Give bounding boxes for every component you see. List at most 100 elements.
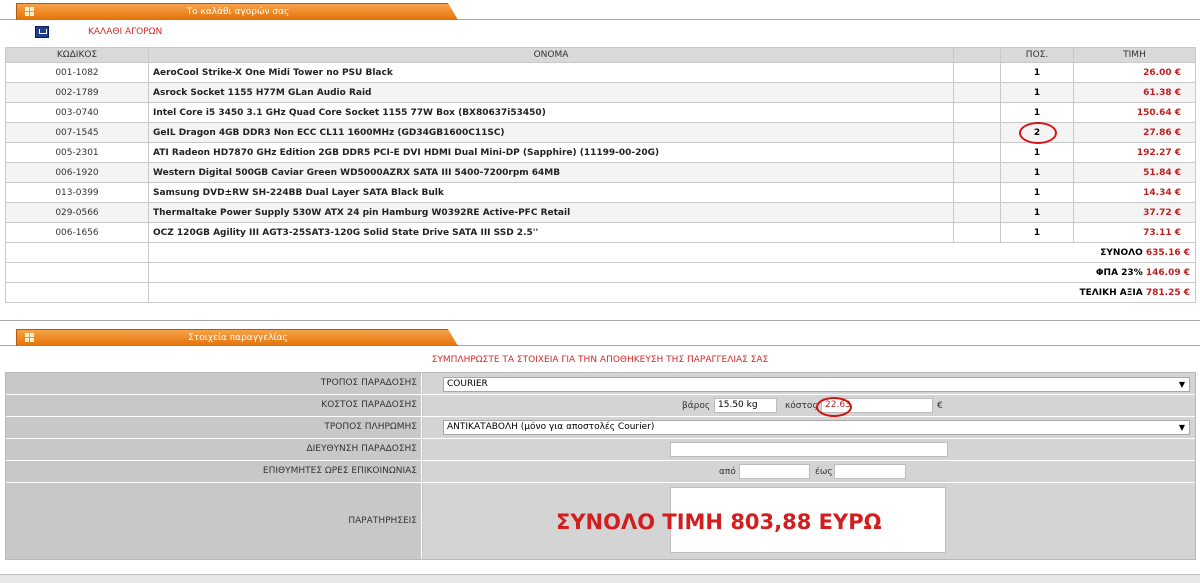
row-name: GeIL Dragon 4GB DDR3 Non ECC CL11 1600MH… bbox=[148, 122, 954, 143]
row-price: 14.34 € bbox=[1073, 182, 1196, 203]
row-code: 003-0740 bbox=[5, 102, 149, 123]
row-name: Asrock Socket 1155 H77M GLan Audio Raid bbox=[148, 82, 954, 103]
row-qty[interactable]: 1 bbox=[1000, 62, 1074, 83]
delivery-cost-label: ΚΟΣΤΟΣ ΠΑΡΑΔΟΣΗΣ bbox=[6, 395, 422, 416]
row-qty[interactable]: 1 bbox=[1000, 162, 1074, 183]
delivery-method-row: ΤΡΟΠΟΣ ΠΑΡΑΔΟΣΗΣ COURIER ▼ bbox=[6, 373, 1195, 395]
order-tab-label: Στοιχεία παραγγελίας bbox=[188, 333, 288, 343]
subtotal-label: ΣΥΝΟΛΟ bbox=[1100, 247, 1143, 258]
subtotal-spacer bbox=[5, 242, 149, 263]
row-blank bbox=[953, 162, 1001, 183]
from-field[interactable] bbox=[739, 464, 810, 479]
vat-label: ΦΠΑ 23% bbox=[1095, 267, 1143, 278]
row-qty[interactable]: 1 bbox=[1000, 222, 1074, 243]
payment-method-value: ΑΝΤΙΚΑΤΑΒΟΛΗ (μόνο για αποστολές Courier… bbox=[447, 422, 655, 432]
address-row: ΔΙΕΥΘΥΝΣΗ ΠΑΡΑΔΟΣΗΣ bbox=[6, 439, 1195, 461]
quantity-highlight-circle bbox=[1019, 122, 1057, 144]
table-row: 002-1789 Asrock Socket 1155 H77M GLan Au… bbox=[5, 82, 1196, 103]
address-label: ΔΙΕΥΘΥΝΣΗ ΠΑΡΑΔΟΣΗΣ bbox=[6, 439, 422, 460]
delivery-method-label: ΤΡΟΠΟΣ ΠΑΡΑΔΟΣΗΣ bbox=[6, 373, 422, 394]
to-field[interactable] bbox=[834, 464, 906, 479]
cart-icon bbox=[35, 26, 49, 38]
to-label: έως bbox=[815, 467, 833, 477]
from-label: από bbox=[719, 467, 736, 477]
table-row: 013-0399 Samsung DVD±RW SH-224BB Dual La… bbox=[5, 182, 1196, 203]
cart-tab[interactable]: Το καλάθι αγορών σας bbox=[16, 3, 458, 20]
cart-table: ΚΩΔΙΚΟΣ ΟΝΟΜΑ ΠΟΣ. ΤΙΜΗ 001-1082 AeroCoo… bbox=[5, 47, 1196, 303]
payment-method-cell: ΑΝΤΙΚΑΤΑΒΟΛΗ (μόνο για αποστολές Courier… bbox=[423, 417, 1195, 438]
row-qty[interactable]: 1 bbox=[1000, 202, 1074, 223]
vat-cell: ΦΠΑ 23% 146.09 € bbox=[148, 262, 1196, 283]
order-tab-bar: Στοιχεία παραγγελίας bbox=[0, 326, 1200, 346]
row-name: Thermaltake Power Supply 530W ATX 24 pin… bbox=[148, 202, 954, 223]
table-row: 005-2301 ATI Radeon HD7870 GHz Edition 2… bbox=[5, 142, 1196, 163]
row-code: 005-2301 bbox=[5, 142, 149, 163]
total-note-annotation: ΣΥΝΟΛΟ ΤΙΜΗ 803,88 ΕΥΡΩ bbox=[556, 510, 882, 534]
table-row: 003-0740 Intel Core i5 3450 3.1 GHz Quad… bbox=[5, 102, 1196, 123]
delivery-cost-cell: βάρος 15.50 kg κόστος 22.63 € bbox=[423, 395, 1195, 416]
section-divider bbox=[0, 320, 1200, 321]
weight-field[interactable]: 15.50 kg bbox=[714, 398, 777, 413]
delivery-method-select[interactable]: COURIER ▼ bbox=[443, 377, 1190, 392]
total-cell: ΤΕΛΙΚΗ ΑΞΙΑ 781.25 € bbox=[148, 282, 1196, 303]
row-code: 006-1656 bbox=[5, 222, 149, 243]
subtotal-cell: ΣΥΝΟΛΟ 635.16 € bbox=[148, 242, 1196, 263]
cart-tab-label: Το καλάθι αγορών σας bbox=[186, 7, 290, 17]
row-blank bbox=[953, 182, 1001, 203]
row-code: 002-1789 bbox=[5, 82, 149, 103]
payment-method-label: ΤΡΟΠΟΣ ΠΛΗΡΩΜΗΣ bbox=[6, 417, 422, 438]
contact-hours-cell: από έως bbox=[423, 461, 1195, 482]
row-name: Samsung DVD±RW SH-224BB Dual Layer SATA … bbox=[148, 182, 954, 203]
address-cell bbox=[423, 439, 1195, 460]
column-header-qty: ΠΟΣ. bbox=[1000, 47, 1074, 63]
row-blank bbox=[953, 222, 1001, 243]
delivery-method-value: COURIER bbox=[447, 379, 488, 389]
cost-label: κόστος bbox=[785, 401, 818, 411]
total-spacer bbox=[5, 282, 149, 303]
row-code: 007-1545 bbox=[5, 122, 149, 143]
column-header-code: ΚΩΔΙΚΟΣ bbox=[5, 47, 149, 63]
row-name: AeroCool Strike-X One Midi Tower no PSU … bbox=[148, 62, 954, 83]
vat-value: 146.09 € bbox=[1145, 267, 1190, 278]
subtotal-row: ΣΥΝΟΛΟ 635.16 € bbox=[5, 242, 1196, 263]
notes-label: ΠΑΡΑΤΗΡΗΣΕΙΣ bbox=[6, 483, 422, 559]
row-price: 150.64 € bbox=[1073, 102, 1196, 123]
contact-hours-row: ΕΠΙΘΥΜΗΤΕΣ ΩΡΕΣ ΕΠΙΚΟΙΝΩΝΙΑΣ από έως bbox=[6, 461, 1195, 483]
table-row: 006-1656 OCZ 120GB Agility III AGT3-25SA… bbox=[5, 222, 1196, 243]
row-price: 73.11 € bbox=[1073, 222, 1196, 243]
weight-label: βάρος bbox=[682, 401, 711, 411]
row-price: 26.00 € bbox=[1073, 62, 1196, 83]
total-label: ΤΕΛΙΚΗ ΑΞΙΑ bbox=[1079, 287, 1143, 298]
row-qty[interactable]: 1 bbox=[1000, 102, 1074, 123]
row-blank bbox=[953, 102, 1001, 123]
row-code: 029-0566 bbox=[5, 202, 149, 223]
row-code: 006-1920 bbox=[5, 162, 149, 183]
contact-hours-label: ΕΠΙΘΥΜΗΤΕΣ ΩΡΕΣ ΕΠΙΚΟΙΝΩΝΙΑΣ bbox=[6, 461, 422, 482]
total-row: ΤΕΛΙΚΗ ΑΞΙΑ 781.25 € bbox=[5, 282, 1196, 303]
payment-method-select[interactable]: ΑΝΤΙΚΑΤΑΒΟΛΗ (μόνο για αποστολές Courier… bbox=[443, 420, 1190, 435]
table-row: 001-1082 AeroCool Strike-X One Midi Towe… bbox=[5, 62, 1196, 83]
chevron-down-icon: ▼ bbox=[1178, 380, 1185, 389]
vat-spacer bbox=[5, 262, 149, 283]
currency-label: € bbox=[937, 401, 943, 411]
column-header-price: ΤΙΜΗ bbox=[1073, 47, 1196, 63]
table-row: 029-0566 Thermaltake Power Supply 530W A… bbox=[5, 202, 1196, 223]
row-blank bbox=[953, 142, 1001, 163]
subtotal-value: 635.16 € bbox=[1145, 247, 1190, 258]
row-name: Intel Core i5 3450 3.1 GHz Quad Core Soc… bbox=[148, 102, 954, 123]
cart-tab-bar: Το καλάθι αγορών σας bbox=[0, 0, 1200, 20]
delivery-method-cell: COURIER ▼ bbox=[423, 373, 1195, 394]
row-qty[interactable]: 1 bbox=[1000, 182, 1074, 203]
address-field[interactable] bbox=[670, 442, 948, 457]
row-code: 013-0399 bbox=[5, 182, 149, 203]
row-name: Western Digital 500GB Caviar Green WD500… bbox=[148, 162, 954, 183]
total-value: 781.25 € bbox=[1145, 287, 1190, 298]
payment-method-row: ΤΡΟΠΟΣ ΠΛΗΡΩΜΗΣ ΑΝΤΙΚΑΤΑΒΟΛΗ (μόνο για α… bbox=[6, 417, 1195, 439]
bottom-bar bbox=[0, 574, 1200, 583]
row-price: 37.72 € bbox=[1073, 202, 1196, 223]
row-qty[interactable]: 1 bbox=[1000, 142, 1074, 163]
row-code: 001-1082 bbox=[5, 62, 149, 83]
order-tab[interactable]: Στοιχεία παραγγελίας bbox=[16, 329, 458, 346]
row-price: 27.86 € bbox=[1073, 122, 1196, 143]
row-qty[interactable]: 1 bbox=[1000, 82, 1074, 103]
